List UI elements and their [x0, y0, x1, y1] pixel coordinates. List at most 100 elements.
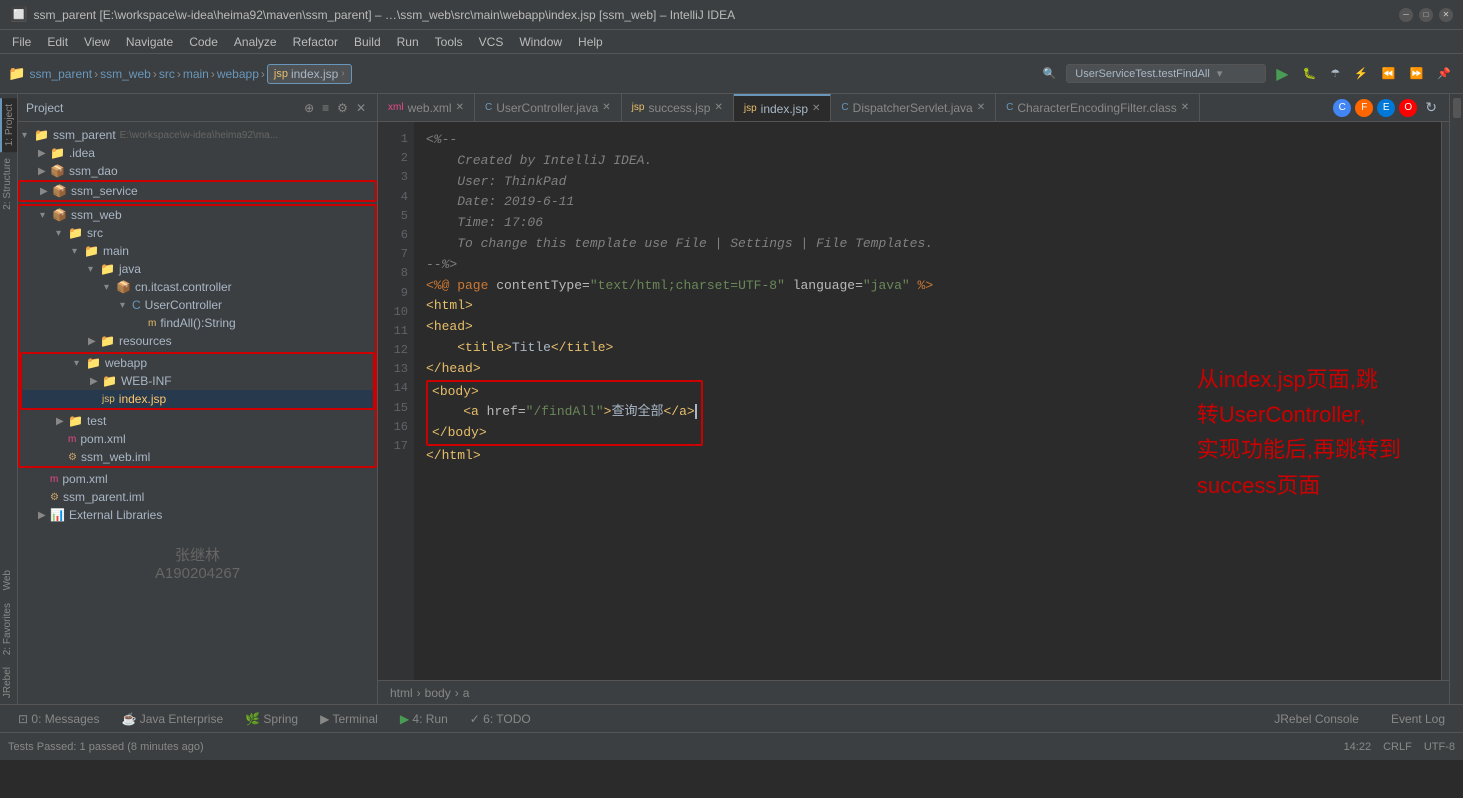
tab-close-dispatcher[interactable]: ✕ — [977, 102, 985, 113]
tab-close-success[interactable]: ✕ — [714, 102, 722, 113]
tab-close-index[interactable]: ✕ — [812, 103, 820, 114]
left-tab-project[interactable]: 1: Project — [0, 98, 17, 152]
tab-close-usercontroller[interactable]: ✕ — [602, 102, 610, 113]
bottom-tab-java-enterprise[interactable]: ☕ Java Enterprise — [111, 710, 233, 728]
left-tab-web[interactable]: Web — [0, 564, 17, 596]
menu-run[interactable]: Run — [389, 33, 427, 51]
tree-item-idea[interactable]: ▶ 📁 .idea — [18, 144, 377, 162]
bottom-tab-run[interactable]: ▶ 4: Run — [390, 710, 458, 728]
tree-item-ssm-web-iml[interactable]: ⚙ ssm_web.iml — [20, 448, 375, 466]
chrome-icon[interactable]: C — [1333, 99, 1351, 117]
tab-close-charfilter[interactable]: ✕ — [1181, 102, 1189, 113]
toolbar-extra2[interactable]: ⏩ — [1406, 65, 1428, 82]
breadcrumb-webapp[interactable]: webapp — [217, 67, 259, 81]
editor-bottom-breadcrumb: html › body › a — [378, 680, 1449, 704]
profile-button[interactable]: ⚡ — [1350, 65, 1372, 82]
run-button[interactable]: ▶ — [1272, 62, 1292, 86]
tree-item-resources[interactable]: ▶ 📁 resources — [20, 332, 375, 350]
tab-index-jsp[interactable]: jsp index.jsp ✕ — [734, 94, 832, 121]
tree-item-ssm-service[interactable]: ▶ 📦 ssm_service — [18, 180, 377, 202]
breadcrumb-main[interactable]: main — [183, 67, 209, 81]
tree-item-java[interactable]: ▾ 📁 java — [20, 260, 375, 278]
run-config-selector[interactable]: UserServiceTest.testFindAll ▾ — [1066, 64, 1266, 83]
breadcrumb-ssm-parent[interactable]: ssm_parent — [29, 67, 92, 81]
tab-character-filter[interactable]: C CharacterEncodingFilter.class ✕ — [996, 94, 1200, 121]
tree-item-src[interactable]: ▾ 📁 src — [20, 224, 375, 242]
tree-item-main[interactable]: ▾ 📁 main — [20, 242, 375, 260]
title-bar: 🔲 ssm_parent [E:\workspace\w-idea\heima9… — [0, 0, 1463, 30]
bottom-tab-messages[interactable]: ⊡ 0: Messages — [8, 710, 109, 728]
tree-item-webapp[interactable]: ▾ 📁 webapp — [22, 354, 373, 372]
tree-item-usercontroller[interactable]: ▾ C UserController — [20, 296, 375, 314]
panel-collapse-btn[interactable]: ≡ — [319, 100, 332, 116]
tree-item-ssm-dao[interactable]: ▶ 📦 ssm_dao — [18, 162, 377, 180]
debug-button[interactable]: 🐛 — [1299, 65, 1321, 82]
breadcrumb-ssm-web[interactable]: ssm_web — [100, 67, 151, 81]
menu-help[interactable]: Help — [570, 33, 611, 51]
tree-item-findall[interactable]: m findAll():String — [20, 314, 375, 332]
menu-build[interactable]: Build — [346, 33, 389, 51]
tree-item-external-libs[interactable]: ▶ 📊 External Libraries — [18, 506, 377, 524]
panel-close-btn[interactable]: ✕ — [353, 100, 369, 116]
coverage-button[interactable]: ☂ — [1326, 65, 1344, 82]
breadcrumb-current-file[interactable]: jsp index.jsp › — [267, 64, 352, 84]
tab-close-web-xml[interactable]: ✕ — [456, 102, 464, 113]
bottom-tab-terminal[interactable]: ▶ Terminal — [310, 710, 388, 728]
firefox-icon[interactable]: F — [1355, 99, 1373, 117]
menu-window[interactable]: Window — [511, 33, 570, 51]
bottom-tab-spring[interactable]: 🌿 Spring — [235, 710, 308, 728]
tree-item-ssm-parent-iml[interactable]: ⚙ ssm_parent.iml — [18, 488, 377, 506]
code-line-13: <body> — [432, 382, 697, 403]
menu-refactor[interactable]: Refactor — [285, 33, 346, 51]
breadcrumb-src[interactable]: src — [159, 67, 175, 81]
panel-settings-btn[interactable]: ⚙ — [334, 100, 351, 116]
line-numbers: 12345 678910 1112131415 1617 — [378, 122, 414, 680]
tree-item-ssm-web-wrapper: ▾ 📦 ssm_web ▾ 📁 src ▾ 📁 main — [18, 204, 377, 468]
tree-item-webinf[interactable]: ▶ 📁 WEB-INF — [22, 372, 373, 390]
toolbar-right: 🔍 UserServiceTest.testFindAll ▾ ▶ 🐛 ☂ ⚡ … — [1039, 62, 1455, 86]
bottom-tab-jrebel-console[interactable]: JRebel Console — [1264, 710, 1369, 728]
reload-btn[interactable]: ↻ — [1421, 97, 1441, 118]
tab-success-jsp[interactable]: jsp success.jsp ✕ — [622, 94, 734, 121]
opera-icon[interactable]: O — [1399, 99, 1417, 117]
close-btn[interactable]: ✕ — [1439, 8, 1453, 22]
tree-item-package[interactable]: ▾ 📦 cn.itcast.controller — [20, 278, 375, 296]
menu-file[interactable]: File — [4, 33, 39, 51]
menu-edit[interactable]: Edit — [39, 33, 76, 51]
tree-item-test[interactable]: ▶ 📁 test — [20, 412, 375, 430]
panel-sync-btn[interactable]: ⊕ — [301, 100, 317, 116]
left-tab-favorites[interactable]: 2: Favorites — [0, 597, 17, 661]
vertical-scrollbar[interactable] — [1441, 122, 1449, 680]
maximize-btn[interactable]: □ — [1419, 8, 1433, 22]
tree-item-index-jsp[interactable]: jsp index.jsp — [22, 390, 373, 408]
toolbar-search-btn[interactable]: 🔍 — [1039, 65, 1061, 82]
panel-tools: ⊕ ≡ ⚙ ✕ — [301, 100, 369, 116]
code-content[interactable]: <%-- Created by IntelliJ IDEA. User: Thi… — [414, 122, 1441, 680]
ie-icon[interactable]: E — [1377, 99, 1395, 117]
bottom-breadcrumb-a: a — [463, 686, 470, 700]
tab-web-xml[interactable]: xml web.xml ✕ — [378, 94, 475, 121]
menu-navigate[interactable]: Navigate — [118, 33, 181, 51]
tree-item-pom-root[interactable]: m pom.xml — [18, 470, 377, 488]
run-config-label: UserServiceTest.testFindAll — [1075, 68, 1210, 80]
code-line-5: Time: 17:06 — [426, 213, 1429, 234]
bottom-tab-event-log[interactable]: Event Log — [1381, 710, 1455, 728]
tree-item-ssm-parent[interactable]: ▾ 📁 ssm_parent E:\workspace\w-idea\heima… — [18, 126, 377, 144]
left-tab-structure[interactable]: 2: Structure — [0, 152, 17, 216]
annotation-line3: 实现功能后,再跳转到 — [1197, 432, 1401, 467]
menu-tools[interactable]: Tools — [427, 33, 471, 51]
menu-code[interactable]: Code — [181, 33, 226, 51]
toolbar-extra1[interactable]: ⏪ — [1378, 65, 1400, 82]
menu-vcs[interactable]: VCS — [471, 33, 512, 51]
toolbar-extra3[interactable]: 📌 — [1433, 65, 1455, 82]
tree-item-pom-web[interactable]: m pom.xml — [20, 430, 375, 448]
menu-view[interactable]: View — [76, 33, 118, 51]
scrollbar-thumb[interactable] — [1453, 98, 1461, 118]
tab-dispatcher-servlet[interactable]: C DispatcherServlet.java ✕ — [831, 94, 996, 121]
tab-usercontroller[interactable]: C UserController.java ✕ — [475, 94, 622, 121]
bottom-tab-todo[interactable]: ✓ 6: TODO — [460, 710, 541, 728]
tree-item-ssm-web[interactable]: ▾ 📦 ssm_web — [20, 206, 375, 224]
menu-analyze[interactable]: Analyze — [226, 33, 285, 51]
minimize-btn[interactable]: ─ — [1399, 8, 1413, 22]
left-tab-jrebel[interactable]: JRebel — [0, 661, 17, 704]
